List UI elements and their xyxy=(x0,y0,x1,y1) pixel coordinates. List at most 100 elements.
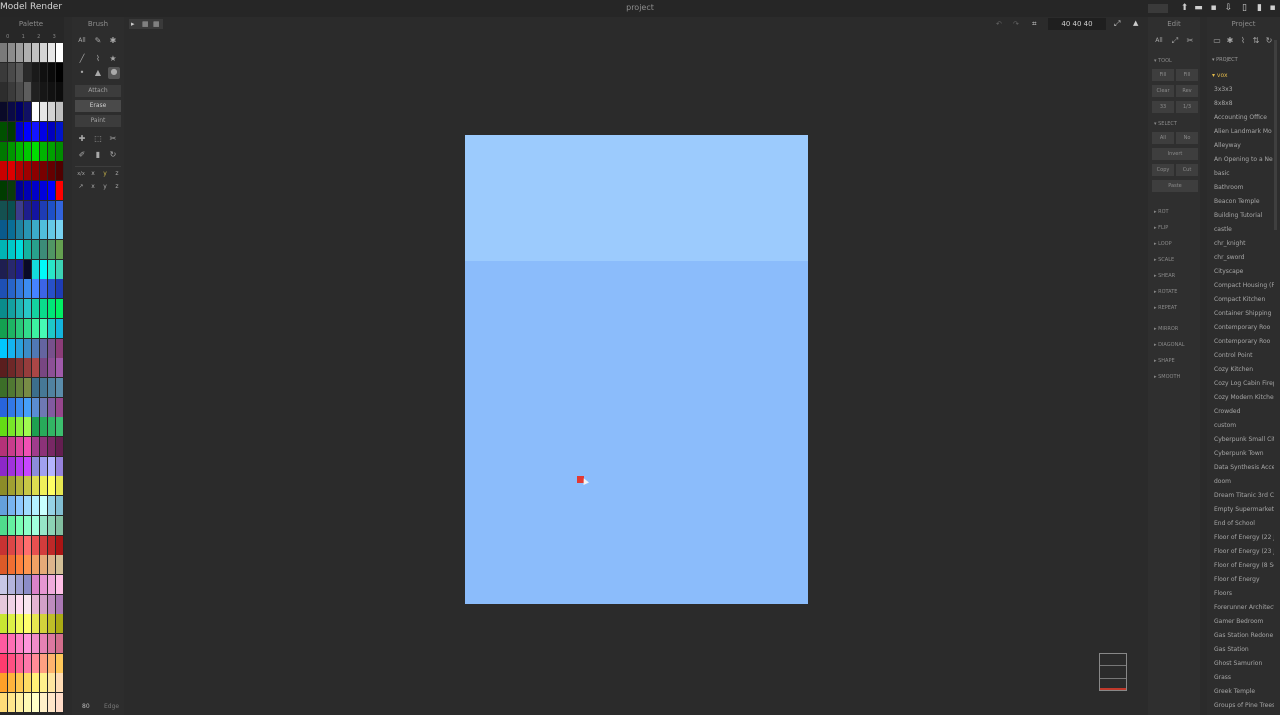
palette-swatch[interactable] xyxy=(24,102,31,122)
palette-swatch[interactable] xyxy=(16,358,23,378)
palette-swatch[interactable] xyxy=(32,358,39,378)
project-list-item[interactable]: Groups of Pine Trees xyxy=(1214,702,1274,709)
star-icon[interactable]: ★ xyxy=(108,54,118,64)
palette-swatch[interactable] xyxy=(56,200,63,220)
palette-swatch[interactable] xyxy=(8,437,15,456)
palette-swatch[interactable] xyxy=(0,417,7,437)
palette-swatch[interactable] xyxy=(24,456,31,476)
palette-swatch[interactable] xyxy=(32,220,39,240)
project-list-item[interactable]: Empty Supermarket xyxy=(1214,506,1274,513)
palette-swatch[interactable] xyxy=(16,220,23,240)
collapse-icon[interactable]: ▲ xyxy=(1133,19,1138,27)
project-list-item[interactable]: Contemporary Roo xyxy=(1214,324,1274,331)
palette-swatch[interactable] xyxy=(48,279,55,299)
section-mirror[interactable]: ▸ MIRROR xyxy=(1154,326,1178,332)
project-path-icon[interactable]: ⌇ xyxy=(1238,36,1248,46)
project-sort-icon[interactable]: ⇅ xyxy=(1251,36,1261,46)
palette-swatch[interactable] xyxy=(0,476,7,496)
section-smooth[interactable]: ▸ SMOOTH xyxy=(1154,374,1180,380)
project-list-item[interactable]: Floor of Energy (22 J xyxy=(1214,534,1274,541)
palette-swatch[interactable] xyxy=(32,318,39,338)
palette-swatch[interactable] xyxy=(40,240,47,259)
palette-swatch[interactable] xyxy=(16,102,23,122)
project-star-icon[interactable]: ✱ xyxy=(1225,36,1235,46)
palette-swatch[interactable] xyxy=(24,43,31,62)
palette-swatch[interactable] xyxy=(40,82,47,102)
palette-swatch[interactable] xyxy=(56,259,63,279)
path-icon[interactable]: ⌇ xyxy=(93,54,103,64)
palette-swatch[interactable] xyxy=(56,82,63,102)
axis-x-icon[interactable]: x/x xyxy=(76,169,86,179)
palette-swatch[interactable] xyxy=(32,299,39,319)
palette-swatch[interactable] xyxy=(56,496,63,516)
palette-swatch[interactable] xyxy=(56,515,63,535)
mirror-y-toggle[interactable]: y xyxy=(100,182,110,192)
palette-swatch[interactable] xyxy=(8,496,15,516)
section-shear[interactable]: ▸ SHEAR xyxy=(1154,273,1175,279)
palette-swatch[interactable] xyxy=(32,338,39,358)
section-scale[interactable]: ▸ SCALE xyxy=(1154,257,1174,263)
project-list-item[interactable]: Cozy Modern Kitche xyxy=(1214,394,1274,401)
palette-swatch[interactable] xyxy=(24,121,31,141)
palette-swatch[interactable] xyxy=(8,673,15,693)
palette-swatch[interactable] xyxy=(16,634,23,653)
palette-swatch[interactable] xyxy=(0,614,7,634)
project-list-item[interactable]: Control Point xyxy=(1214,352,1274,359)
project-list-item[interactable]: doom xyxy=(1214,478,1274,485)
palette-swatch[interactable] xyxy=(56,555,63,575)
palette-swatch[interactable] xyxy=(8,102,15,122)
palette-swatch[interactable] xyxy=(16,82,23,102)
palette-swatch[interactable] xyxy=(24,555,31,575)
palette-swatch[interactable] xyxy=(24,535,31,555)
palette-swatch[interactable] xyxy=(40,279,47,299)
palette-swatch[interactable] xyxy=(32,496,39,516)
model-top-face[interactable] xyxy=(465,135,808,261)
crop-icon[interactable]: ⌗ xyxy=(1032,19,1037,29)
palette-swatch[interactable] xyxy=(8,141,15,161)
palette-swatch[interactable] xyxy=(40,574,47,594)
palette-swatch[interactable] xyxy=(48,259,55,279)
palette-swatch[interactable] xyxy=(48,358,55,378)
line-icon[interactable]: ╱ xyxy=(77,54,87,64)
palette-swatch[interactable] xyxy=(48,161,55,181)
palette-swatch[interactable] xyxy=(16,594,23,614)
palette-swatch[interactable] xyxy=(0,397,7,417)
palette-swatch[interactable] xyxy=(24,653,31,673)
frame-icon[interactable]: ▦ xyxy=(142,20,150,28)
palette-swatch[interactable] xyxy=(8,594,15,614)
palette-swatch[interactable] xyxy=(48,693,55,713)
palette-swatch[interactable] xyxy=(0,673,7,693)
palette-swatch[interactable] xyxy=(40,437,47,456)
palette-swatch[interactable] xyxy=(56,476,63,496)
select-all-button[interactable]: All xyxy=(1152,132,1174,144)
palette-swatch[interactable] xyxy=(24,318,31,338)
palette-swatch[interactable] xyxy=(32,62,39,82)
palette-swatch[interactable] xyxy=(0,634,7,653)
palette-swatch[interactable] xyxy=(16,555,23,575)
section-shape[interactable]: ▸ SHAPE xyxy=(1154,358,1175,364)
project-list-item[interactable]: Crowded xyxy=(1214,408,1274,415)
section-rotate[interactable]: ▸ ROTATE xyxy=(1154,289,1177,295)
palette-swatch[interactable] xyxy=(8,121,15,141)
redo-icon[interactable]: ↷ xyxy=(1013,20,1019,28)
palette-swatch[interactable] xyxy=(40,535,47,555)
palette-swatch[interactable] xyxy=(0,82,7,102)
model-front-face[interactable] xyxy=(465,261,808,604)
palette-swatch[interactable] xyxy=(48,653,55,673)
reset-icon[interactable]: ↻ xyxy=(108,150,118,160)
palette-swatch[interactable] xyxy=(32,161,39,181)
palette-swatch[interactable] xyxy=(40,318,47,338)
palette-swatch[interactable] xyxy=(16,614,23,634)
palette-swatch[interactable] xyxy=(32,180,39,200)
palette-swatch[interactable] xyxy=(0,338,7,358)
project-list-item[interactable]: Cyberpunk Town xyxy=(1214,450,1274,457)
palette-swatch[interactable] xyxy=(24,417,31,437)
palette-swatch[interactable] xyxy=(16,279,23,299)
palette-swatch[interactable] xyxy=(8,614,15,634)
model-size-field[interactable]: 40 40 40 xyxy=(1048,18,1106,30)
palette-swatch[interactable] xyxy=(8,377,15,397)
palette-swatch[interactable] xyxy=(0,141,7,161)
project-current-item[interactable]: ▾ vox xyxy=(1212,72,1228,79)
palette-swatch[interactable] xyxy=(16,43,23,62)
palette-swatch[interactable] xyxy=(16,121,23,141)
